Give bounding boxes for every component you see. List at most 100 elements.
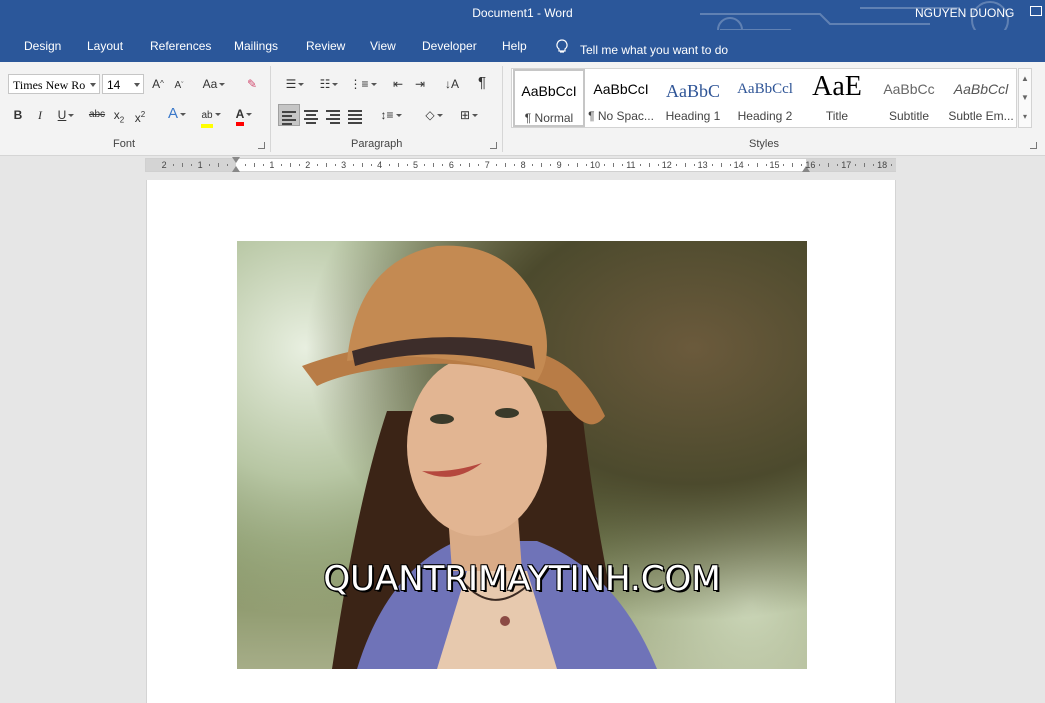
ruler-tick xyxy=(550,164,552,166)
tab-view[interactable]: View xyxy=(370,39,396,53)
ruler-tick xyxy=(541,163,543,167)
more-styles-icon[interactable]: ▾ xyxy=(1019,107,1031,126)
paragraph-dialog-launcher-icon[interactable] xyxy=(490,142,497,149)
increase-indent-icon[interactable]: ⇥ xyxy=(411,76,429,92)
ruler-tick xyxy=(478,164,480,166)
show-formatting-marks-icon[interactable]: ¶ xyxy=(474,75,490,91)
style-preview: AaBbCcl xyxy=(737,81,793,97)
style-name: Heading 1 xyxy=(665,109,721,123)
style-heading-2[interactable]: AaBbCcl Heading 2 xyxy=(729,69,801,127)
ruler-tick xyxy=(442,164,444,166)
font-dialog-launcher-icon[interactable] xyxy=(258,142,265,149)
ruler-tick xyxy=(460,164,462,166)
style-subtle-emphasis[interactable]: AaBbCcl Subtle Em... xyxy=(945,69,1017,127)
ruler-tick xyxy=(621,164,623,166)
underline-icon[interactable]: U xyxy=(55,107,77,123)
chevron-up-icon[interactable]: ▲ xyxy=(1019,69,1031,88)
bold-icon[interactable]: B xyxy=(12,107,24,123)
ruler-number: 17 xyxy=(841,160,852,170)
decrease-indent-icon[interactable]: ⇤ xyxy=(389,76,407,92)
tab-developer[interactable]: Developer xyxy=(422,39,477,53)
ruler-number: 1 xyxy=(197,160,203,170)
ruler-tick xyxy=(325,163,327,167)
style-name: Subtitle xyxy=(888,109,930,123)
font-name-value: Times New Ro xyxy=(13,78,86,92)
line-spacing-icon[interactable]: ↕≡ xyxy=(377,107,405,123)
style-heading-1[interactable]: AaBbC Heading 1 xyxy=(657,69,729,127)
style-preview: AaBbC xyxy=(666,81,720,101)
highlight-color-icon[interactable]: ab xyxy=(196,106,226,128)
sort-icon[interactable]: ↓A xyxy=(443,76,461,92)
styles-gallery: AaBbCcI ¶ Normal AaBbCcI ¶ No Spac... Aa… xyxy=(511,68,1017,128)
text-effects-icon[interactable]: A xyxy=(164,106,190,122)
horizontal-ruler[interactable]: 2 1 1 2 3 4 5 6 7 8 9 10 11 12 13 14 15 16 17 18 xyxy=(145,157,896,172)
multilevel-list-icon[interactable]: ⋮≡ xyxy=(348,76,378,92)
ruler-tick xyxy=(711,164,713,166)
subscript-icon[interactable]: x2 xyxy=(112,107,126,128)
ruler-tick xyxy=(639,164,641,166)
align-center-icon[interactable] xyxy=(301,104,323,126)
ruler-tick xyxy=(496,164,498,166)
shading-icon[interactable]: ◇ xyxy=(419,107,449,123)
ruler-number: 14 xyxy=(733,160,744,170)
ruler-tick xyxy=(612,163,614,167)
tab-references[interactable]: References xyxy=(150,39,211,53)
ruler-tick xyxy=(191,164,193,166)
document-image[interactable]: QUANTRIMAYTINH.COM xyxy=(237,241,807,669)
styles-gallery-scroll[interactable]: ▲ ▼ ▾ xyxy=(1018,68,1032,128)
tab-review[interactable]: Review xyxy=(306,39,345,53)
ruler-tick xyxy=(173,164,175,166)
style-subtitle[interactable]: AaBbCc Subtitle xyxy=(873,69,945,127)
align-right-icon[interactable] xyxy=(323,104,345,126)
italic-icon[interactable]: I xyxy=(34,107,46,123)
justify-icon[interactable] xyxy=(345,104,367,126)
ruler-tick xyxy=(334,164,336,166)
change-case-icon[interactable]: Aa xyxy=(200,76,228,92)
style-no-spacing[interactable]: AaBbCcI ¶ No Spac... xyxy=(585,69,657,127)
chevron-down-icon[interactable]: ▼ xyxy=(1019,88,1031,107)
tab-design[interactable]: Design xyxy=(24,39,61,53)
style-preview: AaBbCc xyxy=(883,81,935,97)
group-divider xyxy=(502,66,503,152)
ruler-tick xyxy=(648,163,650,167)
paragraph-group-label: Paragraph xyxy=(351,138,403,150)
tab-layout[interactable]: Layout xyxy=(87,39,123,53)
ruler-tick xyxy=(747,164,749,166)
style-name: ¶ No Spac... xyxy=(588,109,654,123)
font-color-icon[interactable]: A xyxy=(230,106,258,126)
clear-formatting-icon[interactable]: ✎ xyxy=(244,76,260,92)
style-normal[interactable]: AaBbCcI ¶ Normal xyxy=(513,69,585,127)
bullets-icon[interactable]: ☰ xyxy=(280,76,310,92)
shrink-font-icon[interactable]: Aˇ xyxy=(172,78,186,94)
numbering-icon[interactable]: ☷ xyxy=(314,76,344,92)
ruler-number: 4 xyxy=(377,160,383,170)
style-title[interactable]: AaE Title xyxy=(801,69,873,127)
styles-dialog-launcher-icon[interactable] xyxy=(1030,142,1037,149)
user-name[interactable]: NGUYEN DUONG xyxy=(915,6,1014,20)
grow-font-icon[interactable]: A^ xyxy=(150,76,166,92)
font-name-box[interactable]: Times New Ro xyxy=(8,74,100,94)
styles-group-label: Styles xyxy=(749,138,779,150)
document-page[interactable]: QUANTRIMAYTINH.COM xyxy=(146,180,896,703)
style-preview: AaE xyxy=(812,71,862,102)
ruler-tick xyxy=(244,164,246,166)
tell-me-label: Tell me what you want to do xyxy=(580,43,729,57)
left-indent-marker[interactable] xyxy=(232,166,240,172)
tell-me-search[interactable]: Tell me what you want to do xyxy=(556,39,728,57)
ruler-tick xyxy=(891,164,893,166)
group-divider xyxy=(270,66,271,152)
title-bar: Document1 - Word NGUYEN DUONG xyxy=(0,0,1045,43)
ruler-number: 15 xyxy=(769,160,780,170)
tab-help[interactable]: Help xyxy=(502,39,527,53)
ruler-tick xyxy=(289,163,291,167)
tab-mailings[interactable]: Mailings xyxy=(234,39,278,53)
strikethrough-icon[interactable]: abc xyxy=(88,107,106,123)
ruler-tick xyxy=(253,163,255,167)
first-line-indent-marker[interactable] xyxy=(232,157,240,163)
borders-icon[interactable]: ⊞ xyxy=(454,107,484,123)
ribbon-display-options-icon[interactable] xyxy=(1030,6,1042,16)
lightbulb-icon xyxy=(556,39,570,57)
font-size-box[interactable]: 14 xyxy=(102,74,144,94)
superscript-icon[interactable]: x2 xyxy=(133,107,147,126)
align-left-icon[interactable] xyxy=(278,104,300,126)
